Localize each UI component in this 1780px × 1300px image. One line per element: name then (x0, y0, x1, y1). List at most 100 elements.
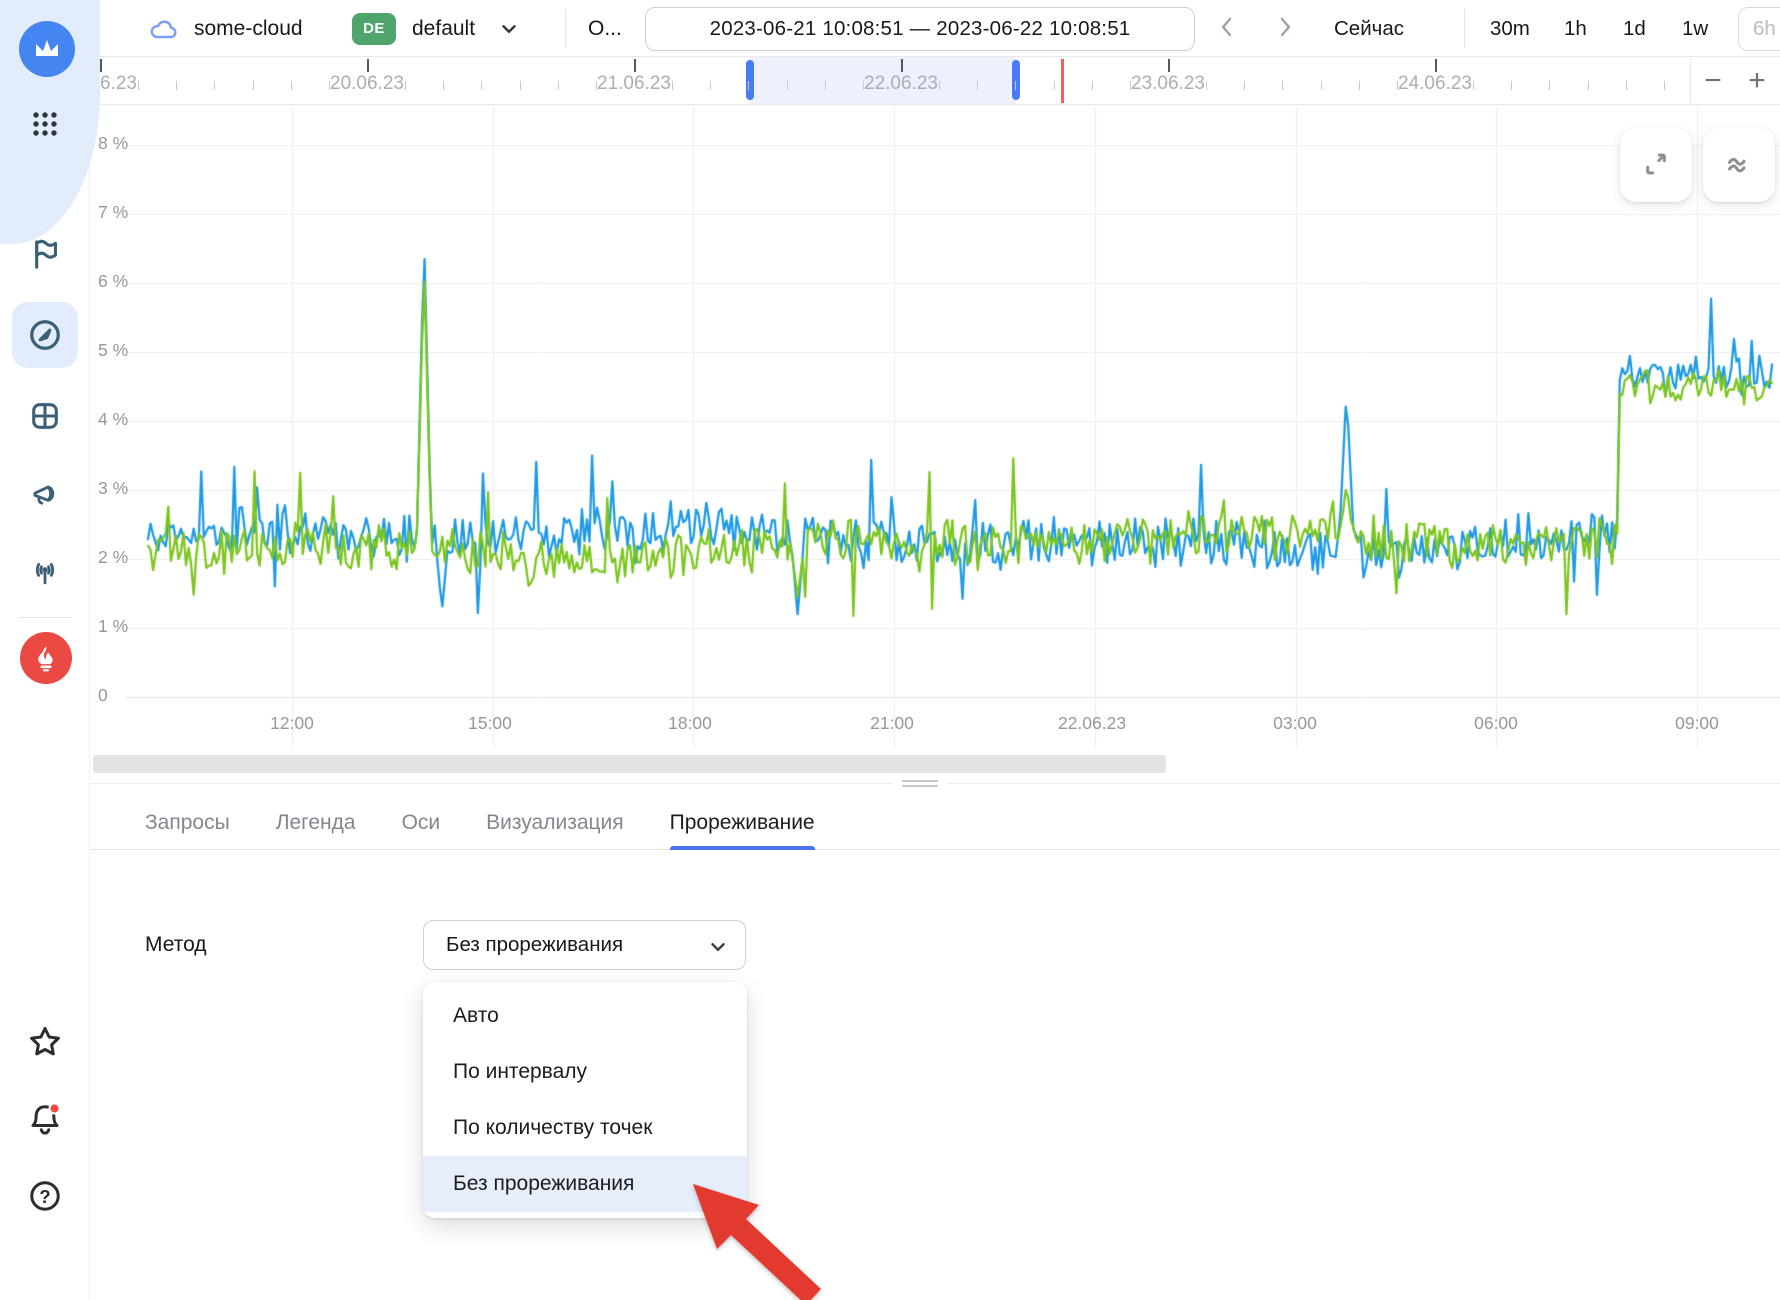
timeline-minor-tick (1549, 81, 1550, 90)
apps-grid-icon[interactable] (0, 92, 90, 156)
dropdown-option-auto[interactable]: Авто (423, 988, 747, 1044)
sidebar-item-notifications[interactable] (0, 1087, 90, 1151)
now-button[interactable]: Сейчас (1322, 0, 1416, 57)
date-range-picker[interactable]: 2023-06-21 10:08:51 — 2023-06-22 10:08:5… (645, 7, 1195, 51)
timeline-minor-tick (748, 81, 749, 90)
tab-visualization[interactable]: Визуализация (486, 795, 624, 850)
timeline-ruler[interactable]: 19.06.23 20.06.23 21.06.23 22.06.23 23.0… (90, 57, 1780, 105)
method-select[interactable]: Без прореживания (423, 920, 746, 970)
sidebar-item-help[interactable]: ? (0, 1164, 90, 1228)
range-next-button[interactable] (1268, 0, 1302, 57)
dropdown-option-points[interactable]: По количеству точек (423, 1100, 747, 1156)
chart-horizontal-scrollbar[interactable] (93, 755, 1166, 773)
timeline-minor-tick (710, 81, 711, 90)
quick-range-1h[interactable]: 1h (1552, 0, 1599, 57)
timeline-minor-tick (1054, 81, 1055, 90)
flag-icon (26, 235, 64, 273)
quick-range-1w[interactable]: 1w (1670, 0, 1720, 57)
y-tick: 2 % (98, 547, 144, 568)
tab-axes[interactable]: Оси (402, 795, 441, 850)
timeline-minor-tick (1397, 81, 1398, 90)
expand-chart-button[interactable] (1620, 128, 1692, 202)
timeline-minor-tick (939, 81, 940, 90)
timeline-minor-tick (1130, 81, 1131, 90)
timeline-major-tick (1168, 59, 1170, 72)
sidebar-item-agents[interactable] (0, 542, 90, 606)
timeline-minor-tick (405, 81, 406, 90)
sidebar-item-dashboards[interactable] (0, 384, 90, 448)
timeline-major-tick (100, 59, 102, 72)
y-tick: 6 % (98, 271, 144, 292)
chevron-down-icon[interactable] (498, 0, 520, 57)
timeline-date: 24.06.23 (1398, 73, 1472, 95)
panel-resize-handle[interactable] (892, 775, 948, 792)
sidebar-item-explore[interactable] (0, 303, 90, 367)
timeline-handle-start[interactable] (746, 60, 754, 100)
range-prev-button[interactable] (1210, 0, 1244, 57)
timeline-handle-end[interactable] (1012, 60, 1020, 100)
timeline-minor-tick (672, 81, 673, 90)
help-icon: ? (25, 1176, 65, 1216)
env-badge-label: DE (352, 13, 396, 45)
timeline-date: 20.06.23 (330, 73, 404, 95)
timeline-zoom-in-button[interactable]: + (1736, 57, 1778, 105)
timeline-date: 22.06.23 (864, 73, 938, 95)
x-tick: 22.06.23 (1058, 713, 1126, 734)
timeline-zoom-out-button[interactable]: − (1692, 57, 1734, 105)
timeline-minor-tick (138, 81, 139, 90)
timeline-zoom-divider (1690, 59, 1691, 103)
timeline-minor-tick (558, 81, 559, 90)
timeline-minor-tick (1206, 81, 1207, 90)
topbar-divider-2 (1464, 9, 1465, 48)
quick-range-1d[interactable]: 1d (1611, 0, 1658, 57)
folder-selector[interactable]: default (412, 0, 475, 57)
tab-downsampling[interactable]: Прореживание (670, 795, 815, 850)
star-icon (25, 1022, 65, 1062)
breadcrumb-cloud-name[interactable]: some-cloud (194, 0, 303, 57)
expand-icon (1636, 144, 1676, 187)
tab-queries[interactable]: Запросы (145, 795, 230, 850)
dashboard-grid-icon (26, 397, 64, 435)
quick-range-6h-partial[interactable]: 6h (1738, 7, 1780, 51)
breadcrumb-dashboard-truncated[interactable]: O... (588, 0, 622, 57)
env-badge[interactable]: DE (352, 0, 396, 57)
timeline-minor-tick (253, 81, 254, 90)
timeline-major-tick (634, 59, 636, 72)
quick-range-30m[interactable]: 30m (1478, 0, 1542, 57)
waves-icon (1719, 144, 1759, 187)
timeline-minor-tick (443, 81, 444, 90)
timeline-now-marker (1061, 59, 1064, 103)
dropdown-option-interval[interactable]: По интервалу (423, 1044, 747, 1100)
topbar-divider-1 (565, 9, 566, 48)
chart-style-button[interactable] (1703, 128, 1775, 202)
monitoring-logo[interactable] (19, 21, 75, 77)
x-tick: 18:00 (668, 713, 712, 734)
sidebar-item-announcements[interactable] (0, 465, 90, 529)
y-tick: 4 % (98, 409, 144, 430)
sidebar-item-prometheus[interactable] (20, 632, 72, 684)
sidebar-item-favorites[interactable] (0, 1010, 90, 1074)
timeline-minor-tick (214, 81, 215, 90)
x-tick: 09:00 (1675, 713, 1719, 734)
timeline-minor-tick (1092, 81, 1093, 90)
y-tick: 1 % (98, 616, 144, 637)
timeline-minor-tick (596, 81, 597, 90)
cloud-icon (148, 0, 180, 57)
timeseries-canvas[interactable] (90, 105, 1780, 750)
sidebar-item-alerts[interactable] (0, 222, 90, 286)
x-tick: 15:00 (468, 713, 512, 734)
timeline-major-tick (1435, 59, 1437, 72)
monitoring-page: ? some-cloud DE default O... 2023-06-21 … (0, 0, 1780, 1300)
timeline-minor-tick (1588, 81, 1589, 90)
x-tick: 21:00 (870, 713, 914, 734)
timeline-minor-tick (863, 81, 864, 90)
timeline-minor-tick (1282, 81, 1283, 90)
flame-icon (30, 641, 62, 676)
timeline-minor-tick (481, 81, 482, 90)
annotation-arrow (640, 1150, 860, 1300)
timeline-minor-tick (1473, 81, 1474, 90)
antenna-icon (25, 554, 65, 594)
tab-legend[interactable]: Легенда (276, 795, 356, 850)
megaphone-icon (26, 478, 64, 516)
topbar: some-cloud DE default O... 2023-06-21 10… (90, 0, 1780, 57)
